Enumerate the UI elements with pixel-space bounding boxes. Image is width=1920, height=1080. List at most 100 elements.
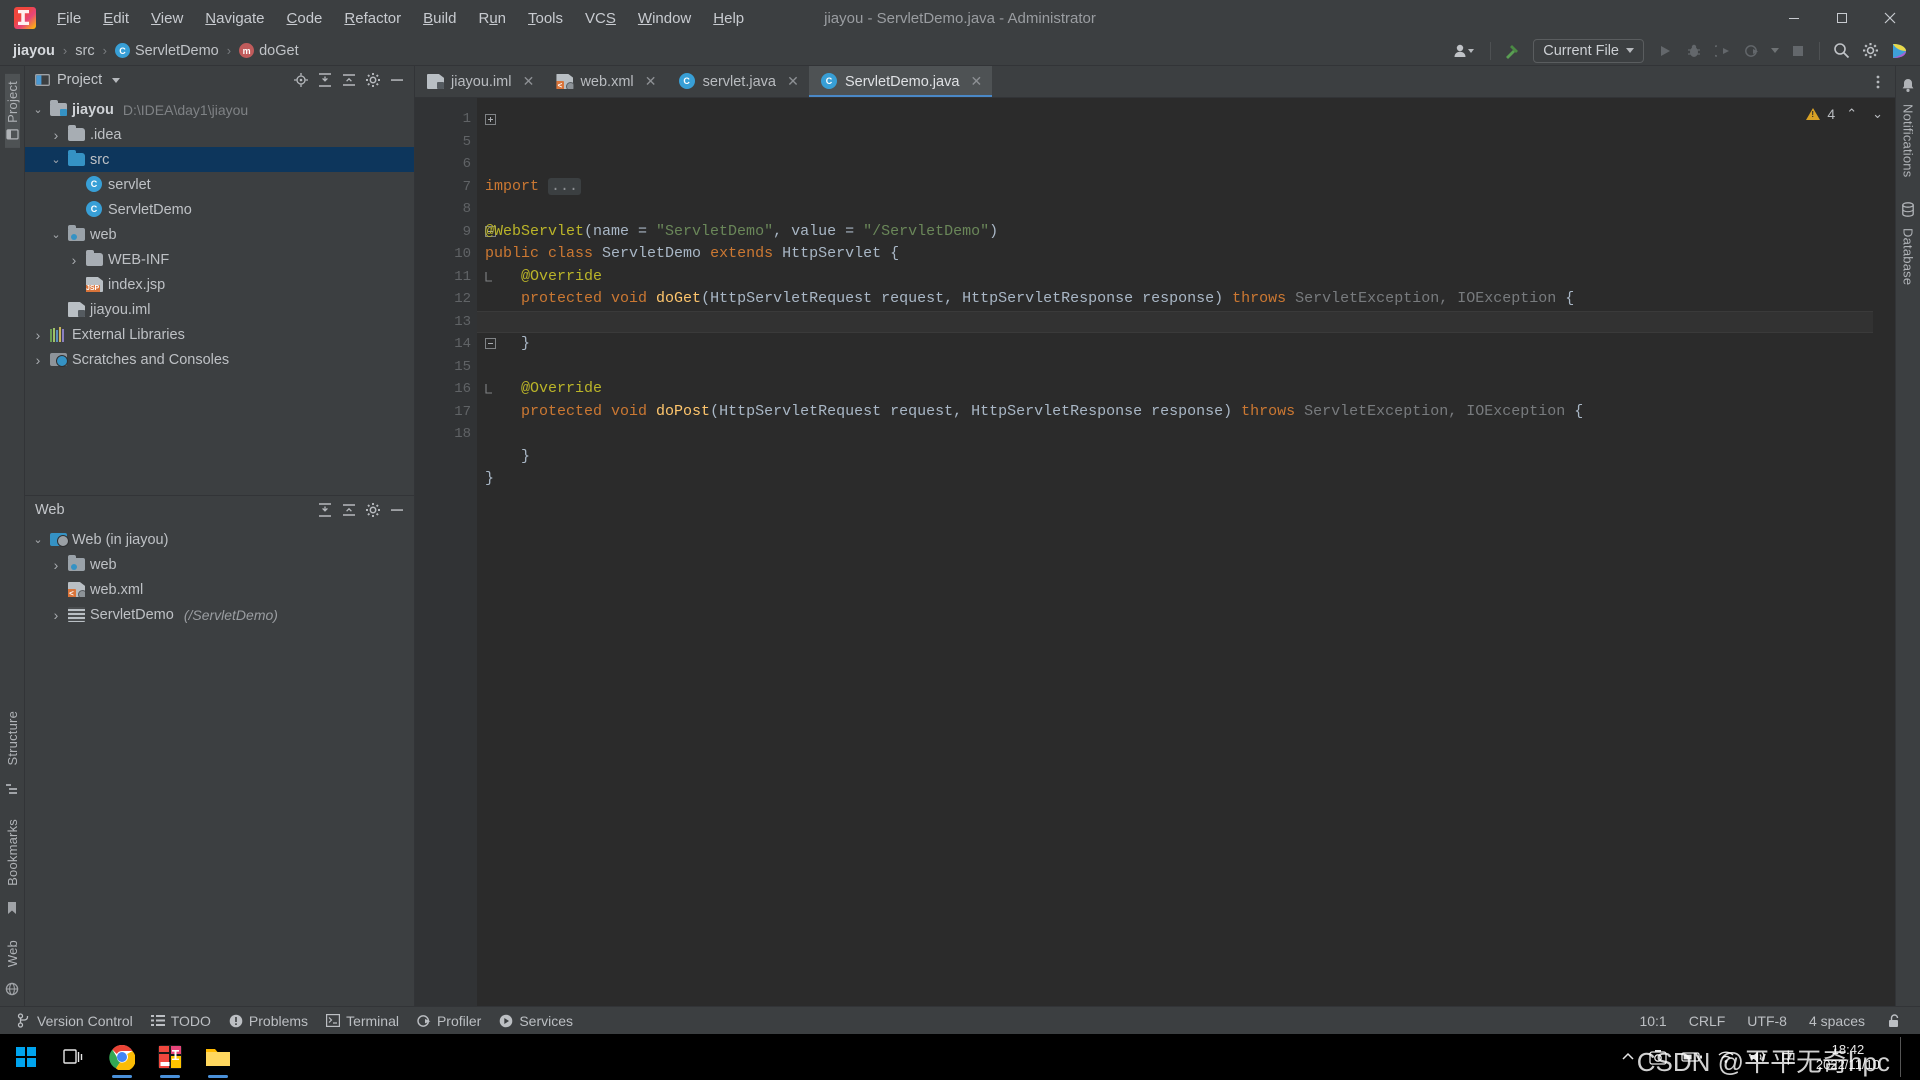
chevron-down-icon[interactable] bbox=[112, 77, 121, 83]
editor-tab-jiayou-iml[interactable]: jiayou.iml ✕ bbox=[415, 66, 544, 97]
code-line[interactable]: @WebServlet(name = "ServletDemo", value … bbox=[477, 221, 1873, 244]
editor-tab-overflow[interactable] bbox=[1867, 66, 1895, 97]
collapse-all-icon[interactable] bbox=[338, 499, 360, 521]
gutter-line[interactable]: 8 bbox=[415, 198, 477, 221]
database-icon[interactable] bbox=[1901, 198, 1915, 221]
gutter-line[interactable]: 14 bbox=[415, 333, 500, 356]
taskbar-clock[interactable]: 18:42 2022/11/10 bbox=[1810, 1042, 1886, 1072]
chevron-right-icon[interactable]: › bbox=[49, 127, 63, 143]
status-bar-services[interactable]: Services bbox=[490, 1010, 582, 1032]
breadcrumb-item-doget[interactable]: m doGet bbox=[234, 41, 304, 61]
code-line[interactable] bbox=[477, 198, 1873, 221]
chevron-down-icon[interactable]: ⌄ bbox=[49, 228, 63, 241]
stop-icon[interactable] bbox=[1785, 39, 1811, 63]
profile-dropdown-icon[interactable] bbox=[1768, 39, 1782, 63]
collapse-all-icon[interactable] bbox=[338, 69, 360, 91]
code-line[interactable]: public class ServletDemo extends HttpSer… bbox=[477, 243, 1873, 266]
tree-row[interactable]: ⌄ Web (in jiayou) bbox=[25, 527, 414, 552]
notifications-bell-icon[interactable] bbox=[1901, 74, 1915, 97]
menu-item-run[interactable]: Run bbox=[467, 6, 517, 31]
tool-button-notifications[interactable]: Notifications bbox=[1901, 97, 1916, 184]
minimize-button[interactable] bbox=[1770, 0, 1818, 36]
tree-row[interactable]: › WEB-INF bbox=[25, 247, 414, 272]
fold-marker[interactable] bbox=[477, 131, 503, 154]
chevron-right-icon[interactable]: › bbox=[49, 557, 63, 573]
caret-position[interactable]: 10:1 bbox=[1628, 1010, 1677, 1032]
code-line[interactable] bbox=[477, 423, 1873, 446]
lock-icon[interactable] bbox=[1876, 1011, 1912, 1031]
hide-panel-icon[interactable] bbox=[386, 499, 408, 521]
hide-panel-icon[interactable] bbox=[386, 69, 408, 91]
tree-row[interactable]: › External Libraries bbox=[25, 322, 414, 347]
windows-start-icon[interactable] bbox=[2, 1034, 50, 1080]
status-bar-terminal[interactable]: Terminal bbox=[317, 1010, 408, 1032]
chevron-right-icon[interactable]: › bbox=[49, 607, 63, 623]
tree-row[interactable]: web.xml bbox=[25, 577, 414, 602]
editor-area[interactable]: 1 5 6 7 8 9 10 11 12 13 14 15 16 17 18 import ... @Web… bbox=[415, 98, 1895, 1006]
menu-item-vcs[interactable]: VCS bbox=[574, 6, 627, 31]
chrome-icon[interactable] bbox=[98, 1034, 146, 1080]
gutter-line[interactable]: 12 bbox=[415, 288, 477, 311]
maximize-button[interactable] bbox=[1818, 0, 1866, 36]
gutter-line[interactable]: 9 bbox=[415, 221, 500, 244]
chevron-right-icon[interactable]: › bbox=[31, 352, 45, 368]
locate-icon[interactable] bbox=[290, 69, 312, 91]
breadcrumb-item-src[interactable]: src bbox=[70, 41, 99, 61]
code-line[interactable]: } bbox=[477, 333, 1873, 356]
battery-icon[interactable] bbox=[1681, 1051, 1703, 1063]
editor-tab-web-xml[interactable]: web.xml ✕ bbox=[544, 66, 666, 97]
status-bar-profiler[interactable]: Profiler bbox=[408, 1010, 490, 1032]
tree-row[interactable]: › web bbox=[25, 552, 414, 577]
profile-icon[interactable] bbox=[1739, 39, 1765, 63]
editor-tab-servlet-java[interactable]: Cservlet.java ✕ bbox=[667, 66, 809, 97]
close-tab-icon[interactable]: ✕ bbox=[969, 73, 983, 90]
web-panel-title-group[interactable]: Web bbox=[35, 502, 65, 518]
breadcrumb-item-jiayou[interactable]: jiayou bbox=[8, 41, 60, 61]
close-tab-icon[interactable]: ✕ bbox=[521, 73, 535, 90]
gutter-line[interactable]: 5 bbox=[415, 131, 477, 154]
chevron-right-icon[interactable]: › bbox=[67, 252, 81, 268]
menu-item-refactor[interactable]: Refactor bbox=[333, 6, 412, 31]
menu-item-help[interactable]: Help bbox=[702, 6, 755, 31]
intellij-idea-icon[interactable] bbox=[146, 1034, 194, 1080]
debug-icon[interactable] bbox=[1681, 39, 1707, 63]
tree-row[interactable]: index.jsp bbox=[25, 272, 414, 297]
menu-item-view[interactable]: View bbox=[140, 6, 194, 31]
settings-gear-icon[interactable] bbox=[362, 69, 384, 91]
status-bar-todo[interactable]: TODO bbox=[142, 1010, 220, 1032]
gutter-line[interactable]: 13 bbox=[415, 311, 477, 334]
fold-marker[interactable] bbox=[477, 108, 503, 131]
chevron-down-icon[interactable]: ⌄ bbox=[49, 153, 63, 166]
show-desktop-button[interactable] bbox=[1900, 1037, 1908, 1077]
gutter-line[interactable]: 17 bbox=[415, 401, 477, 424]
gutter-line[interactable]: 6 bbox=[415, 153, 477, 176]
ime-icon[interactable]: 中 bbox=[1781, 1047, 1796, 1068]
inspection-widget[interactable]: 4 ⌃ ⌄ bbox=[1806, 106, 1887, 122]
status-bar-version-control[interactable]: Version Control bbox=[8, 1010, 142, 1032]
code-line[interactable]: protected void doGet(HttpServletRequest … bbox=[477, 288, 1873, 311]
tree-row[interactable]: ⌄ jiayou D:\IDEA\day1\jiayou bbox=[25, 97, 414, 122]
tool-button-database[interactable]: Database bbox=[1901, 221, 1916, 292]
gutter-line[interactable]: 16 bbox=[415, 378, 477, 401]
tree-row[interactable]: › Scratches and Consoles bbox=[25, 347, 414, 372]
project-panel-title-group[interactable]: Project bbox=[35, 72, 121, 88]
show-hidden-icons-icon[interactable] bbox=[1621, 1052, 1635, 1062]
chevron-down-icon[interactable]: ⌄ bbox=[31, 533, 45, 546]
tool-button-structure[interactable]: Structure bbox=[5, 704, 20, 773]
menu-item-file[interactable]: File bbox=[46, 6, 92, 31]
tree-row[interactable]: C ServletDemo bbox=[25, 197, 414, 222]
close-tab-icon[interactable]: ✕ bbox=[786, 73, 800, 90]
task-view-icon[interactable] bbox=[50, 1034, 98, 1080]
menu-item-tools[interactable]: Tools bbox=[517, 6, 574, 31]
gutter-line[interactable]: 10 bbox=[415, 243, 477, 266]
menu-item-edit[interactable]: Edit bbox=[92, 6, 140, 31]
status-bar-problems[interactable]: Problems bbox=[220, 1010, 317, 1032]
search-everywhere-icon[interactable] bbox=[1828, 39, 1854, 63]
volume-icon[interactable] bbox=[1749, 1050, 1767, 1064]
editor-gutter[interactable]: 1 5 6 7 8 9 10 11 12 13 14 15 16 17 18 bbox=[415, 98, 500, 1006]
close-button[interactable] bbox=[1866, 0, 1914, 36]
tool-button-bookmarks[interactable]: Bookmarks bbox=[5, 812, 20, 893]
indent-setting[interactable]: 4 spaces bbox=[1798, 1010, 1876, 1032]
tree-row[interactable]: jiayou.iml bbox=[25, 297, 414, 322]
gutter-line[interactable]: 1 bbox=[415, 108, 477, 131]
